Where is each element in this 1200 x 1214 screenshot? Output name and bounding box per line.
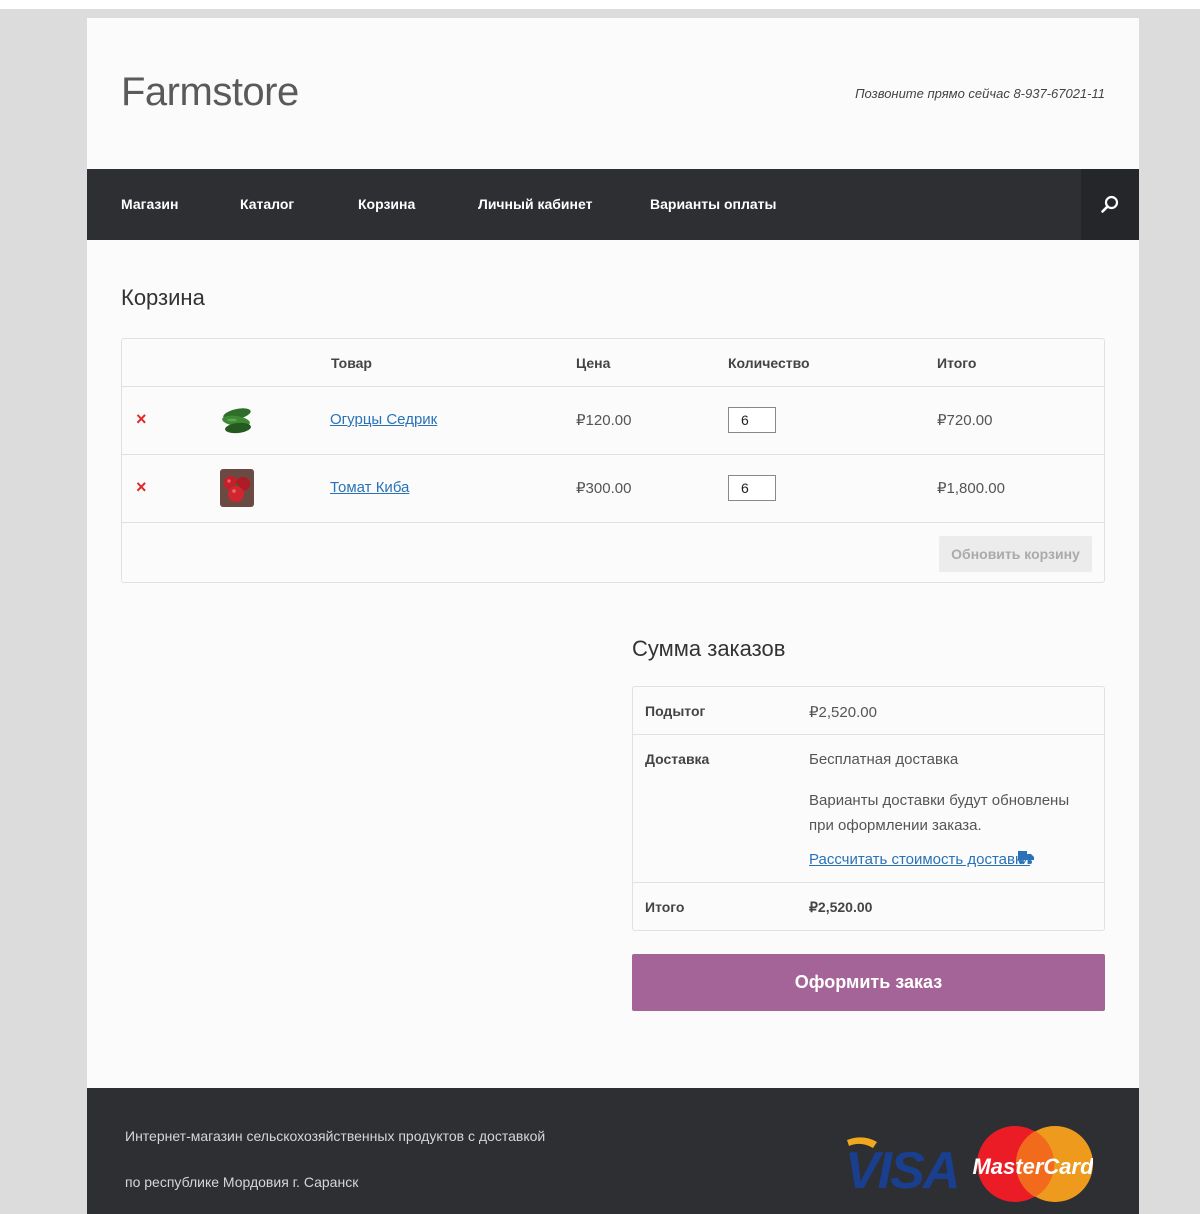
shipping-value: Бесплатная доставка [809,751,959,768]
update-cart-button[interactable]: Обновить корзину [939,536,1092,572]
remove-item-button[interactable]: × [136,409,147,429]
cart-totals-table: Подытог ₽2,520.00 Доставка Бесплатная до… [632,686,1105,931]
totals-row-shipping: Доставка Бесплатная доставка Варианты до… [633,734,1104,883]
column-header-price: Цена [576,355,611,371]
cucumber-image[interactable] [220,401,254,439]
column-header-product: Товар [331,355,372,371]
cart-table: Товар Цена Количество Итого × Огурцы Сед… [121,338,1105,583]
page-container: Farmstore Позвоните прямо сейчас 8-937-6… [87,18,1139,1214]
search-icon [1101,195,1119,213]
site-footer: Интернет-магазин сельскохозяйственных пр… [87,1088,1139,1214]
payment-cards-logo: VISA MasterCard [845,1126,1093,1202]
footer-text-line-1: Интернет-магазин сельскохозяйственных пр… [125,1128,546,1144]
page-title: Корзина [121,285,205,310]
product-price: ₽300.00 [576,480,632,497]
total-label: Итого [645,899,685,915]
product-link[interactable]: Огурцы Седрик [330,411,437,428]
search-button[interactable] [1081,169,1139,240]
product-subtotal: ₽720.00 [937,412,993,429]
footer-text-line-2: по республике Мордовия г. Саранск [125,1174,359,1190]
nav-item-catalog[interactable]: Каталог [240,169,294,240]
mastercard-logo: MasterCard [972,1126,1093,1202]
totals-row-total: Итого ₽2,520.00 [633,882,1104,931]
shipping-label: Доставка [645,751,710,767]
svg-text:MasterCard: MasterCard [972,1154,1093,1179]
nav-item-shop[interactable]: Магазин [121,169,178,240]
nav-item-account[interactable]: Личный кабинет [478,169,592,240]
top-strip [0,0,1200,9]
truck-icon[interactable] [1018,849,1034,865]
site-title[interactable]: Farmstore [121,70,299,115]
subtotal-value: ₽2,520.00 [809,704,877,721]
totals-row-subtotal: Подытог ₽2,520.00 [633,687,1104,734]
quantity-input[interactable]: 6 [728,407,776,433]
subtotal-label: Подытог [645,703,706,719]
tomato-image[interactable] [220,469,254,507]
column-header-total: Итого [937,355,977,371]
cart-actions-row: Обновить корзину [122,522,1104,583]
calculate-shipping-link[interactable]: Рассчитать стоимость доставки [809,851,1030,868]
checkout-button[interactable]: Оформить заказ [632,954,1105,1011]
svg-text:VISA: VISA [845,1142,958,1200]
total-value: ₽2,520.00 [809,899,873,915]
product-link[interactable]: Томат Киба [330,479,409,496]
product-price: ₽120.00 [576,412,632,429]
shipping-note: Варианты доставки будут обновлены при оф… [809,792,1070,834]
quantity-input[interactable]: 6 [728,475,776,501]
phone-text: Позвоните прямо сейчас 8-937-67021-11 [855,86,1105,101]
table-row: × Огурцы Седрик ₽120.00 6 ₽720.00 [122,386,1104,455]
remove-item-button[interactable]: × [136,477,147,497]
nav-item-cart[interactable]: Корзина [358,169,415,240]
column-header-quantity: Количество [728,355,810,371]
product-subtotal: ₽1,800.00 [937,480,1005,497]
totals-heading: Сумма заказов [632,636,786,661]
table-row: × Томат Киба ₽300.00 6 ₽1,800.00 [122,454,1104,523]
main-nav: Магазин Каталог Корзина Личный кабинет В… [87,169,1139,240]
nav-item-payment[interactable]: Варианты оплаты [650,169,777,240]
visa-logo: VISA [845,1137,960,1200]
